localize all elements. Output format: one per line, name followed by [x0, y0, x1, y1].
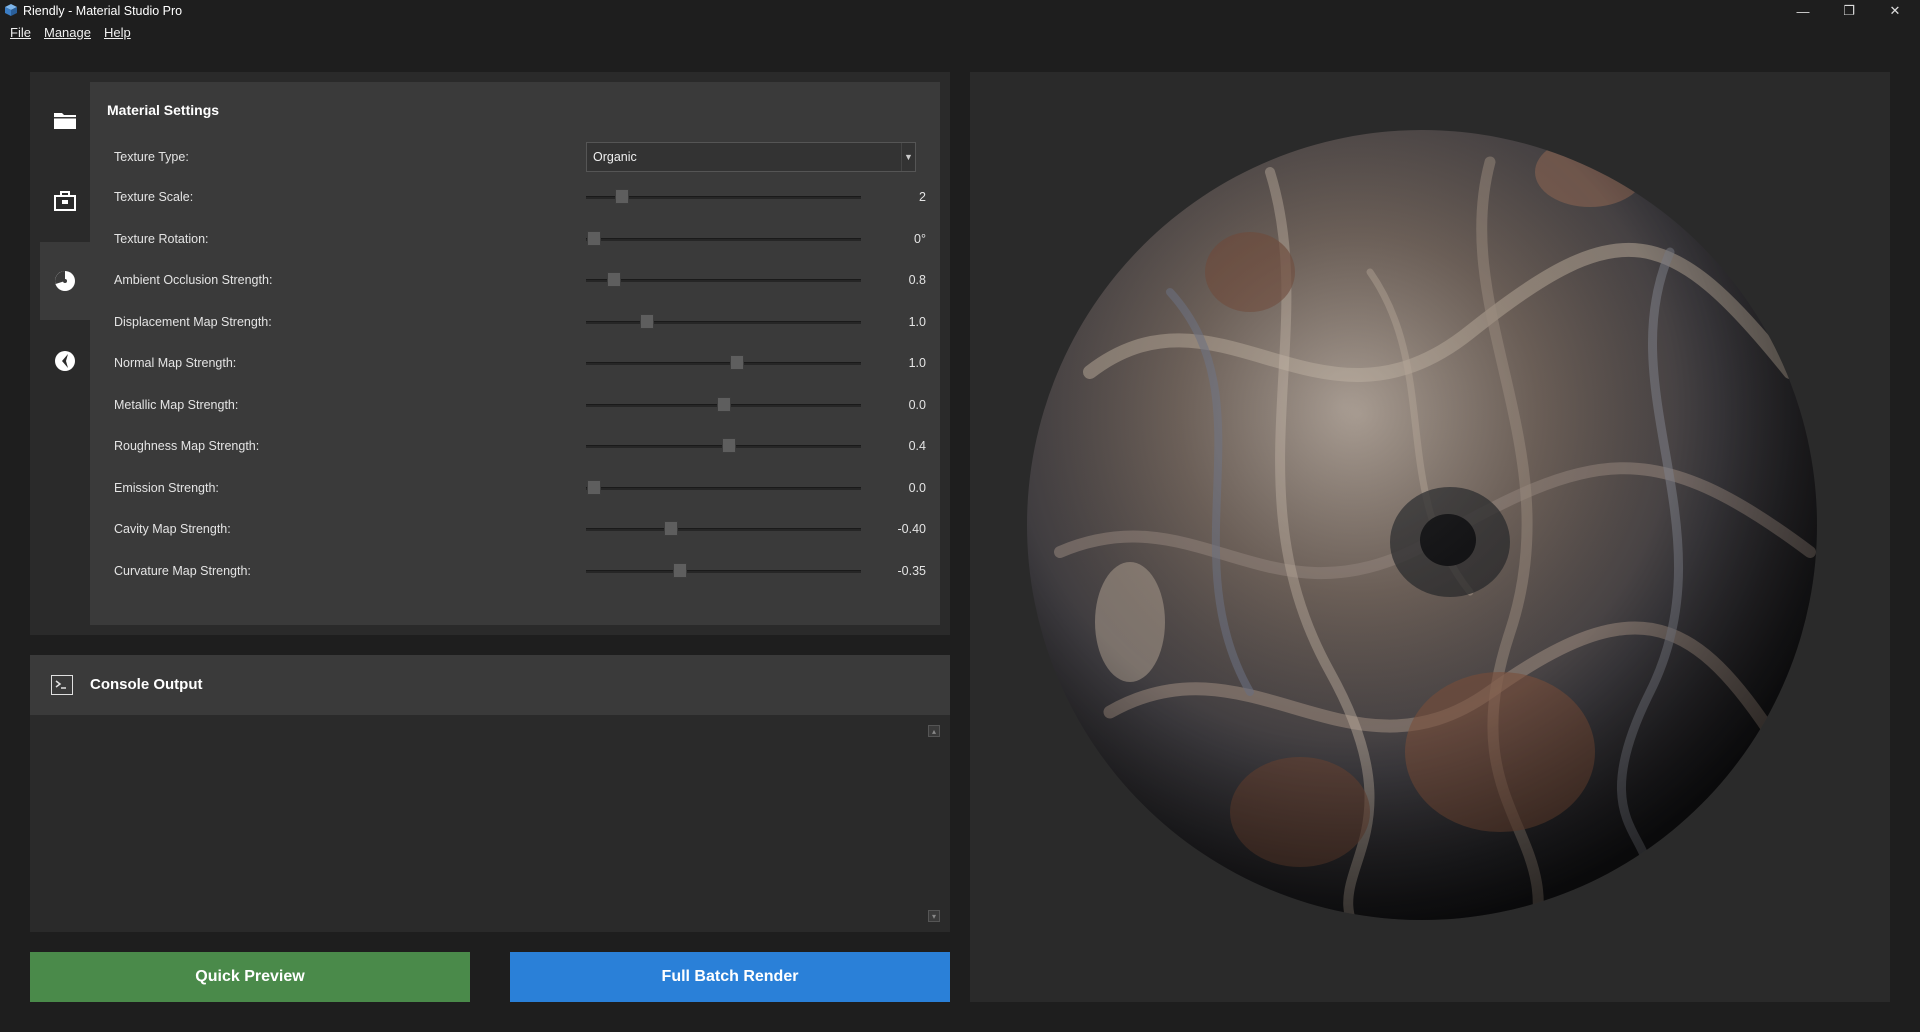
slider-track[interactable] — [586, 528, 861, 531]
tab-projects[interactable] — [40, 162, 90, 240]
menu-help[interactable]: Help — [104, 25, 131, 40]
minimize-button[interactable]: — — [1780, 0, 1826, 22]
slider-track[interactable] — [586, 362, 861, 365]
side-tab-bar — [40, 82, 90, 622]
slider-value: 0.0 — [908, 398, 926, 412]
slider-thumb[interactable] — [716, 397, 731, 412]
menu-manage-label: Manage — [44, 25, 91, 40]
slider-track[interactable] — [586, 321, 861, 324]
slider-label: Curvature Map Strength: — [114, 564, 251, 578]
render-viewport[interactable] — [970, 72, 1890, 1002]
slider[interactable] — [586, 270, 861, 290]
console-output-area[interactable]: ▴ ▾ — [30, 715, 950, 932]
slider-value: 1.0 — [908, 356, 926, 370]
briefcase-icon — [54, 191, 76, 211]
tab-navigation[interactable] — [40, 322, 90, 400]
menu-file-label: File — [10, 25, 31, 40]
menu-manage[interactable]: Manage — [44, 25, 91, 40]
menu-file[interactable]: File — [10, 25, 31, 40]
slider-label: Texture Scale: — [114, 190, 194, 204]
slider-thumb[interactable] — [587, 480, 602, 495]
slider-label: Ambient Occlusion Strength: — [114, 273, 273, 287]
slider-thumb[interactable] — [614, 189, 629, 204]
slider-label: Normal Map Strength: — [114, 356, 237, 370]
slider-track[interactable] — [586, 570, 861, 573]
slider-value: 0.4 — [908, 439, 926, 453]
slider[interactable] — [586, 478, 861, 498]
texture-type-value: Organic — [593, 150, 637, 164]
slider-label: Metallic Map Strength: — [114, 398, 239, 412]
material-preview-sphere — [1027, 130, 1817, 920]
slider[interactable] — [586, 312, 861, 332]
slider[interactable] — [586, 353, 861, 373]
scroll-down-icon[interactable]: ▾ — [928, 910, 940, 922]
texture-type-dropdown[interactable]: Organic ▼ — [586, 142, 916, 172]
slider[interactable] — [586, 187, 861, 207]
panel-title: Material Settings — [107, 102, 220, 118]
slider-thumb[interactable] — [639, 314, 654, 329]
scroll-up-icon[interactable]: ▴ — [928, 725, 940, 737]
console-header: Console Output — [30, 655, 950, 715]
restore-button[interactable]: ❐ — [1826, 0, 1872, 22]
slider-label: Displacement Map Strength: — [114, 315, 272, 329]
slider-value: 1.0 — [908, 315, 926, 329]
material-settings-panel: Material Settings Texture Type: Organic … — [90, 82, 940, 625]
slider-value: 0.0 — [908, 481, 926, 495]
slider-track[interactable] — [586, 279, 861, 282]
tab-files[interactable] — [40, 82, 90, 160]
slider-label: Emission Strength: — [114, 481, 219, 495]
slider-label: Texture Rotation: — [114, 232, 209, 246]
terminal-icon — [51, 675, 73, 695]
slider-track[interactable] — [586, 238, 861, 241]
compass-icon — [55, 351, 75, 371]
slider-value: 0.8 — [908, 273, 926, 287]
title-bar: Riendly - Material Studio Pro — ❐ ✕ — [0, 0, 1920, 22]
slider-thumb[interactable] — [606, 272, 621, 287]
slider-value: -0.40 — [897, 522, 927, 536]
slider[interactable] — [586, 436, 861, 456]
slider[interactable] — [586, 561, 861, 581]
slider-label: Roughness Map Strength: — [114, 439, 260, 453]
full-batch-render-button[interactable]: Full Batch Render — [510, 952, 950, 1002]
slider-value: 0° — [914, 232, 926, 246]
console-title: Console Output — [90, 676, 203, 693]
slider-thumb[interactable] — [672, 563, 687, 578]
slider-track[interactable] — [586, 487, 861, 490]
slider-thumb[interactable] — [730, 355, 745, 370]
menu-help-label: Help — [104, 25, 131, 40]
material-sphere-icon — [55, 271, 75, 291]
chevron-down-icon: ▼ — [901, 143, 915, 171]
slider-thumb[interactable] — [722, 438, 736, 453]
folder-icon — [54, 113, 76, 129]
slider-thumb[interactable] — [664, 521, 679, 536]
slider[interactable] — [586, 395, 861, 415]
window-title: Riendly - Material Studio Pro — [23, 4, 183, 18]
quick-preview-button[interactable]: Quick Preview — [30, 952, 470, 1002]
slider[interactable] — [586, 229, 861, 249]
close-button[interactable]: ✕ — [1872, 0, 1918, 22]
menu-bar: File Manage Help — [0, 22, 1920, 44]
texture-type-label: Texture Type: — [114, 150, 189, 164]
slider-value: 2 — [919, 190, 926, 204]
tab-material[interactable] — [40, 242, 90, 320]
slider-thumb[interactable] — [587, 231, 602, 246]
app-icon — [5, 4, 17, 16]
slider-value: -0.35 — [897, 564, 927, 578]
slider[interactable] — [586, 519, 861, 539]
slider-label: Cavity Map Strength: — [114, 522, 231, 536]
